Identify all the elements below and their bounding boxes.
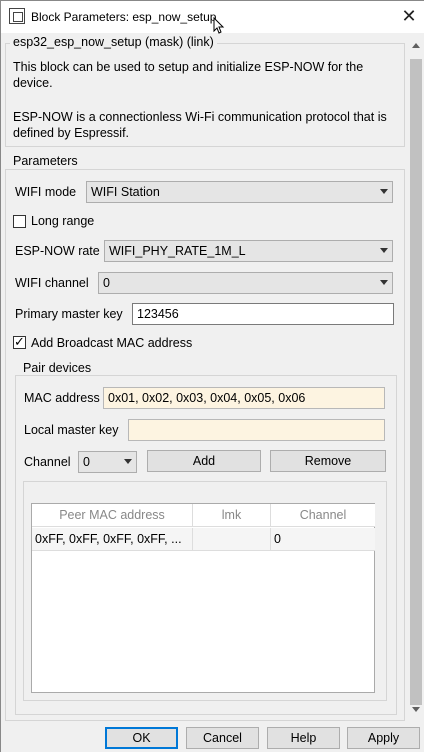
add-broadcast-label[interactable]: Add Broadcast MAC address bbox=[31, 336, 192, 350]
wifi-mode-select[interactable]: WIFI Station bbox=[86, 181, 393, 203]
espnow-rate-value: WIFI_PHY_RATE_1M_L bbox=[109, 244, 246, 258]
wifi-mode-value: WIFI Station bbox=[91, 185, 160, 199]
table-cell-lmk[interactable] bbox=[193, 528, 271, 551]
add-button[interactable]: Add bbox=[147, 450, 261, 472]
local-master-key-input[interactable] bbox=[128, 419, 385, 441]
primary-master-key-label: Primary master key bbox=[15, 307, 123, 321]
cancel-button[interactable]: Cancel bbox=[186, 727, 259, 749]
block-icon bbox=[9, 8, 25, 24]
chevron-down-icon bbox=[124, 459, 132, 464]
chevron-down-icon bbox=[380, 280, 388, 285]
apply-button[interactable]: Apply bbox=[347, 727, 420, 749]
title-bar[interactable]: Block Parameters: esp_now_setup ✕ bbox=[1, 1, 424, 34]
long-range-label[interactable]: Long range bbox=[31, 214, 94, 228]
description-text-1: This block can be used to setup and init… bbox=[13, 60, 364, 90]
dialog-content: esp32_esp_now_setup (mask) (link) This b… bbox=[1, 33, 407, 721]
scrollbar-thumb[interactable] bbox=[410, 59, 422, 705]
wifi-channel-label: WIFI channel bbox=[15, 276, 89, 290]
long-range-checkbox[interactable] bbox=[13, 215, 26, 228]
peer-table[interactable]: Peer MAC address lmk Channel 0xFF, 0xFF,… bbox=[31, 503, 375, 693]
pair-devices-legend: Pair devices bbox=[20, 361, 95, 375]
channel-value: 0 bbox=[83, 455, 90, 469]
window-title: Block Parameters: esp_now_setup bbox=[31, 10, 217, 24]
button-bar: OK Cancel Help Apply bbox=[1, 721, 424, 752]
remove-button[interactable]: Remove bbox=[270, 450, 386, 472]
scroll-down-icon[interactable] bbox=[412, 707, 420, 712]
description-text-2: ESP-NOW is a connectionless Wi-Fi commun… bbox=[13, 110, 387, 140]
vertical-scrollbar[interactable] bbox=[407, 33, 424, 721]
mask-link-title[interactable]: esp32_esp_now_setup (mask) (link) bbox=[10, 35, 217, 49]
ok-button[interactable]: OK bbox=[105, 727, 178, 749]
table-cell-channel[interactable]: 0 bbox=[271, 528, 375, 551]
wifi-mode-label: WIFI mode bbox=[15, 185, 77, 199]
close-icon[interactable]: ✕ bbox=[397, 5, 421, 27]
help-button[interactable]: Help bbox=[267, 727, 340, 749]
local-master-key-label: Local master key bbox=[24, 423, 119, 437]
column-header-peer-mac[interactable]: Peer MAC address bbox=[32, 504, 193, 527]
channel-select[interactable]: 0 bbox=[78, 451, 137, 473]
espnow-rate-select[interactable]: WIFI_PHY_RATE_1M_L bbox=[104, 240, 393, 262]
mac-address-input[interactable]: 0x01, 0x02, 0x03, 0x04, 0x05, 0x06 bbox=[103, 387, 385, 409]
wifi-channel-value: 0 bbox=[103, 276, 110, 290]
primary-master-key-input[interactable]: 123456 bbox=[132, 303, 394, 325]
table-cell-peer-mac[interactable]: 0xFF, 0xFF, 0xFF, 0xFF, ... bbox=[32, 528, 193, 551]
column-header-channel[interactable]: Channel bbox=[271, 504, 375, 527]
add-broadcast-checkbox[interactable] bbox=[13, 334, 26, 350]
mac-address-label: MAC address bbox=[24, 391, 100, 405]
chevron-down-icon bbox=[380, 189, 388, 194]
espnow-rate-label: ESP-NOW rate bbox=[15, 244, 100, 258]
dialog-window: Block Parameters: esp_now_setup ✕ esp32_… bbox=[0, 0, 424, 752]
parameters-legend: Parameters bbox=[10, 154, 81, 168]
channel-label: Channel bbox=[24, 455, 71, 469]
wifi-channel-select[interactable]: 0 bbox=[98, 272, 393, 294]
chevron-down-icon bbox=[380, 248, 388, 253]
scroll-up-icon[interactable] bbox=[412, 43, 420, 48]
column-header-lmk[interactable]: lmk bbox=[193, 504, 271, 527]
